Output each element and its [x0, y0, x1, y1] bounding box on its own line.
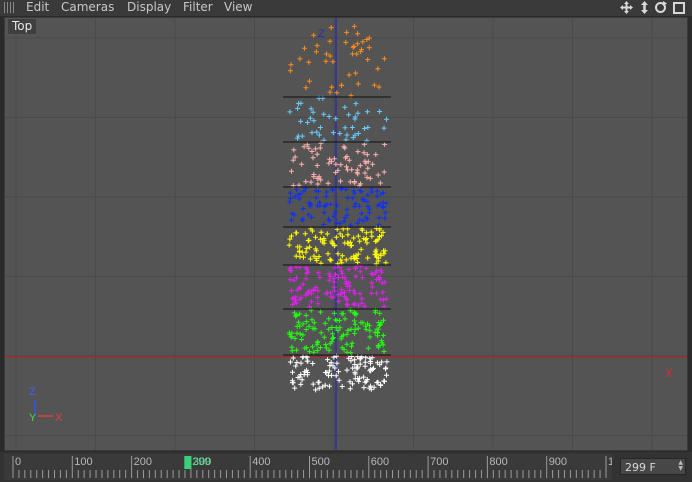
timeline-tick-label: 400 — [252, 456, 270, 468]
particle-marks-green — [286, 307, 387, 356]
current-frame-label: 299 — [192, 456, 210, 468]
gizmo-y-label: Y — [29, 412, 37, 424]
menu-filter[interactable]: Filter — [183, 0, 213, 15]
particle-marks-yellow — [286, 225, 389, 267]
zoom-view-icon[interactable] — [637, 0, 652, 15]
particle-marks-white — [287, 353, 390, 393]
timeline-tick-label: 900 — [549, 456, 567, 468]
particle-band-blue — [283, 185, 391, 228]
timeline-tick-label: 800 — [489, 456, 507, 468]
timeline-ruler[interactable]: 0100200300400500600700800900100 299 — [0, 452, 612, 482]
menu-bar: Edit Cameras Display Filter View — [0, 0, 692, 16]
z-axis-label: Z — [318, 28, 325, 40]
particle-band-light-blue — [283, 95, 391, 144]
axis-gizmo: Z Y X — [29, 386, 63, 424]
frame-input-value: 299 F — [625, 461, 656, 474]
menu-view[interactable]: View — [224, 0, 252, 15]
timeline-tick-label: 100 — [608, 456, 612, 468]
particle-band-orange — [287, 23, 387, 99]
menu-edit[interactable]: Edit — [26, 0, 49, 15]
drag-grip-icon[interactable] — [4, 2, 16, 13]
particle-marks-blue — [287, 185, 389, 228]
particle-marks-orange — [287, 23, 387, 99]
particle-band-pink — [283, 140, 391, 189]
viewport-canvas[interactable]: Z X Z Y X — [5, 18, 688, 451]
timeline-tick-label: 0 — [15, 456, 21, 468]
frame-input[interactable]: 299 F ▲ ▼ — [620, 458, 686, 475]
timeline-bar[interactable]: 0100200300400500600700800900100 299 299 … — [0, 452, 692, 482]
current-frame-marker — [184, 456, 192, 469]
timeline-tick-label: 100 — [74, 456, 92, 468]
particle-cloud — [283, 23, 391, 393]
frame-stepper-icon[interactable]: ▲ ▼ — [678, 460, 683, 472]
particle-marks-light-blue — [287, 95, 389, 144]
particle-marks-pink — [289, 140, 388, 189]
timeline-tick-label: 600 — [371, 456, 389, 468]
menu-cameras[interactable]: Cameras — [61, 0, 114, 15]
gizmo-x-label: X — [55, 412, 63, 424]
view-name-label[interactable]: Top — [8, 19, 37, 34]
viewport-top[interactable]: Z X Z Y X Top — [4, 17, 688, 451]
timeline-tick-label: 500 — [312, 456, 330, 468]
timeline-tick-label: 200 — [134, 456, 152, 468]
particle-band-yellow — [283, 225, 391, 267]
x-axis-label: X — [665, 366, 673, 380]
particle-band-white — [283, 353, 391, 393]
timeline-tick-label: 700 — [430, 456, 448, 468]
particle-band-magenta — [283, 263, 391, 310]
move-view-icon[interactable] — [619, 0, 634, 15]
maximize-view-icon[interactable] — [671, 0, 686, 15]
particle-band-green — [283, 307, 391, 356]
rotate-view-icon[interactable] — [653, 0, 668, 15]
gizmo-z-label: Z — [29, 386, 36, 398]
particle-marks-magenta — [287, 263, 390, 310]
menu-display[interactable]: Display — [127, 0, 171, 15]
